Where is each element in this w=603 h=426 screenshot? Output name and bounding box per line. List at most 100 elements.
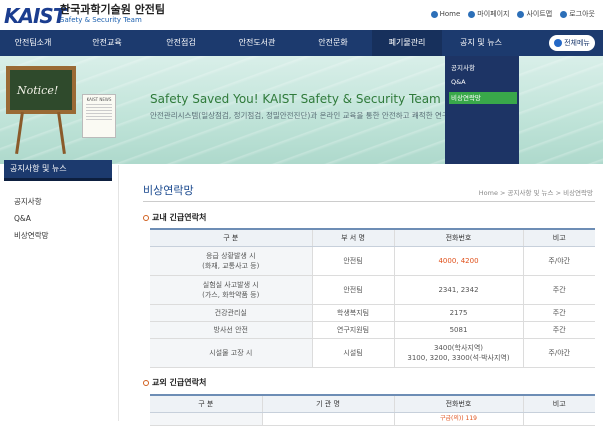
table-row: 응급 상황발생 시 (화재, 교통사고 등) 안전팀 4000, 4200 주/야…: [150, 246, 595, 276]
util-link-label: 사이트맵: [526, 10, 553, 18]
dropdown-item-notice[interactable]: 공지사항: [449, 62, 517, 74]
sidebar-item-emergency-contacts[interactable]: 비상연락망: [14, 227, 49, 244]
nav-item-inspection[interactable]: 안전점검: [148, 30, 214, 56]
phone-cell: 5081: [393, 321, 523, 339]
nav-item-about[interactable]: 안전팀소개: [0, 30, 66, 56]
category-cell: 실험실 사고발생 시 (가스, 화학약품 등): [150, 275, 312, 305]
category-text: 응급 상황발생 시: [205, 252, 256, 260]
title-divider: [143, 201, 595, 202]
category-cell: 방사선 안전: [150, 321, 312, 339]
phone-subtext: 3100, 3200, 3300(석·박사지역): [407, 354, 510, 362]
top-bar: KAIST 한국과학기술원 안전팀 Safety & Security Team…: [0, 0, 603, 30]
page-title: 비상연락망: [143, 184, 194, 197]
nav-item-education[interactable]: 안전교육: [74, 30, 140, 56]
phone-cell: 2175: [393, 304, 523, 322]
util-link-logout[interactable]: 로그아웃: [560, 9, 595, 19]
sidebar-title: 공지사항 및 뉴스: [4, 160, 112, 181]
paper-title: KAIST NEWS: [86, 97, 112, 102]
category-text: 실험실 사고발생 시: [202, 281, 259, 289]
category-subtext: (가스, 화학약품 등): [202, 291, 260, 299]
category-cell: 시설물 고장 시: [150, 338, 312, 368]
utility-links: Home 마이페이지 사이트맵 로그아웃: [430, 9, 595, 19]
bullet-icon: [143, 214, 149, 221]
table-row: 방사선 안전 연구지원팀 5081 주간: [150, 321, 595, 339]
column-header: 부 서 명: [311, 228, 394, 247]
util-link-home[interactable]: Home: [430, 9, 461, 19]
table-row: 구급(의)) 119: [150, 412, 595, 426]
news-paper-image: KAIST NEWS: [82, 94, 116, 138]
column-header: 구 분: [150, 228, 312, 247]
column-header: 비고: [522, 394, 595, 413]
login-icon: [560, 10, 568, 18]
util-link-label: 마이페이지: [477, 10, 510, 18]
all-menu-button[interactable]: 전체메뉴: [549, 35, 595, 51]
department-cell: 안전팀: [311, 246, 394, 276]
banner-subtext: 안전관리시스템(일상점검, 정기점검, 정밀안전진단)과 온라인 교육을 통한 …: [150, 111, 479, 120]
util-link-sitemap[interactable]: 사이트맵: [517, 9, 552, 19]
column-header: 기 관 명: [261, 394, 394, 413]
note-cell: 주간: [522, 275, 595, 305]
institution-name: 한국과학기술원 안전팀 Safety & Security Team: [60, 3, 165, 25]
department-cell: 시설팀: [311, 338, 394, 368]
phone-text: 3400(학사지역): [433, 344, 484, 352]
sidebar-item-notice[interactable]: 공지사항: [14, 193, 49, 210]
note-cell: 주/야간: [522, 338, 595, 368]
notice-board: Notice!: [6, 66, 76, 114]
sidebar-menu: 공지사항 Q&A 비상연락망: [14, 193, 49, 244]
table-row: 건강관리실 학생복지팀 2175 주간: [150, 304, 595, 322]
column-header: 전화번호: [393, 394, 523, 413]
bullet-icon: [143, 379, 149, 386]
note-cell: 주간: [522, 321, 595, 339]
internal-contacts-table: 구 분 부 서 명 전화번호 비고 응급 상황발생 시 (화재, 교통사고 등) …: [150, 228, 595, 368]
banner-slogan: Safety Saved You! KAIST Safety & Securit…: [150, 92, 441, 106]
util-link-mypage[interactable]: 마이페이지: [468, 9, 509, 19]
sidebar-divider: [118, 165, 119, 421]
phone-cell: 3400(학사지역) 3100, 3200, 3300(석·박사지역): [393, 338, 523, 368]
nav-item-library[interactable]: 안전도서관: [222, 30, 292, 56]
table-row: 시설물 고장 시 시설팀 3400(학사지역) 3100, 3200, 3300(…: [150, 338, 595, 368]
menu-icon: [554, 39, 563, 47]
column-header: 구 분: [150, 394, 262, 413]
util-link-label: 로그아웃: [569, 10, 595, 18]
section-label: 교외 긴급연락처: [152, 378, 207, 387]
department-cell: 학생복지팀: [311, 304, 394, 322]
nav-item-culture[interactable]: 안전문화: [298, 30, 368, 56]
department-cell: 안전팀: [311, 275, 394, 305]
notice-board-text: Notice!: [17, 84, 59, 97]
logo-text: KAIST: [4, 4, 66, 28]
category-cell: 응급 상황발생 시 (화재, 교통사고 등): [150, 246, 312, 276]
category-cell: 건강관리실: [150, 304, 312, 322]
home-icon: [430, 10, 438, 18]
dropdown-item-emergency-contacts[interactable]: 비상연락망: [449, 92, 517, 104]
all-menu-label: 전체메뉴: [564, 39, 590, 47]
util-link-label: Home: [439, 10, 461, 18]
department-cell: 연구지원팀: [311, 321, 394, 339]
note-cell: 주간: [522, 304, 595, 322]
table-header-row: 구 분 부 서 명 전화번호 비고: [150, 228, 595, 247]
phone-cell: 2341, 2342: [393, 275, 523, 305]
sidebar-item-qna[interactable]: Q&A: [14, 210, 49, 227]
dropdown-item-qna[interactable]: Q&A: [449, 76, 517, 88]
kaist-logo[interactable]: KAIST: [4, 4, 66, 28]
phone-cell: 구급(의)) 119: [393, 412, 523, 426]
breadcrumb: Home > 공지사항 및 뉴스 > 비상연락망: [478, 189, 593, 197]
news-dropdown-menu: 공지사항 Q&A 비상연락망: [445, 56, 519, 164]
user-icon: [468, 10, 476, 18]
nav-item-news[interactable]: 공지 및 뉴스: [446, 30, 516, 56]
table-row: 실험실 사고발생 시 (가스, 화학약품 등) 안전팀 2341, 2342 주간: [150, 275, 595, 305]
main-nav: 안전팀소개 안전교육 안전점검 안전도서관 안전문화 폐기물관리 공지 및 뉴스…: [0, 30, 603, 56]
external-contacts-table: 구 분 기 관 명 전화번호 비고 구급(의)) 119: [150, 394, 595, 426]
sitemap-icon: [517, 10, 525, 18]
phone-cell: 4000, 4200: [393, 246, 523, 276]
institution-name-ko: 한국과학기술원 안전팀: [60, 3, 166, 16]
section-label: 교내 긴급연락처: [152, 213, 207, 222]
nav-item-waste[interactable]: 폐기물관리: [372, 30, 442, 56]
section-heading-external: 교외 긴급연락처: [143, 377, 206, 388]
column-header: 전화번호: [393, 228, 523, 247]
section-heading-internal: 교내 긴급연락처: [143, 212, 206, 223]
note-cell: 주/야간: [522, 246, 595, 276]
column-header: 비고: [522, 228, 595, 247]
institution-name-en: Safety & Security Team: [60, 16, 142, 24]
category-subtext: (화재, 교통사고 등): [202, 262, 260, 270]
table-header-row: 구 분 기 관 명 전화번호 비고: [150, 394, 595, 413]
